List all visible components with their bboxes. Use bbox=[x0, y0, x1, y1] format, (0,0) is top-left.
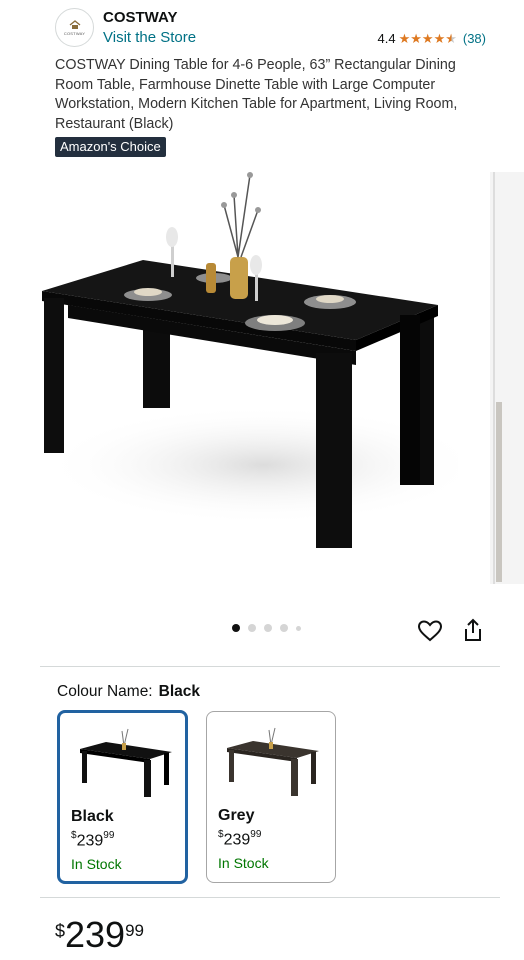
variant-option-grey[interactable]: Grey $23999 In Stock bbox=[206, 711, 336, 883]
half-star-icon: ★ bbox=[445, 31, 457, 46]
price-symbol: $ bbox=[55, 921, 66, 941]
star-icon: ★ bbox=[398, 31, 411, 46]
brand-name: COSTWAY bbox=[103, 9, 178, 26]
brand-logo[interactable]: COSTWAY bbox=[55, 8, 94, 47]
star-icon: ★ bbox=[433, 31, 446, 46]
image-carousel-dots bbox=[232, 624, 301, 632]
variant-label: Colour Name: bbox=[57, 683, 153, 700]
dining-table-image bbox=[42, 172, 483, 548]
variant-name: Grey bbox=[218, 807, 255, 824]
variant-name: Black bbox=[71, 808, 114, 825]
house-icon bbox=[69, 19, 80, 29]
price-fraction: 99 bbox=[125, 921, 145, 940]
share-icon[interactable] bbox=[461, 617, 485, 643]
black-table-thumbnail bbox=[80, 728, 172, 797]
variant-price: $23999 bbox=[218, 829, 262, 849]
variant-label-row: Colour Name: Black bbox=[57, 683, 200, 701]
variant-price-symbol: $ bbox=[218, 829, 224, 840]
variant-price-fraction: 99 bbox=[103, 830, 115, 841]
variant-price-whole: 239 bbox=[76, 832, 104, 850]
star-rating: ★ ★ ★ ★ ★ bbox=[399, 32, 457, 45]
product-price: $ 239 99 bbox=[55, 917, 144, 953]
heart-icon[interactable] bbox=[417, 619, 443, 643]
image-edge bbox=[493, 172, 495, 584]
section-divider bbox=[40, 666, 500, 667]
carousel-dot[interactable] bbox=[248, 624, 256, 632]
variant-price: $23999 bbox=[71, 830, 115, 850]
carousel-dot[interactable] bbox=[264, 624, 272, 632]
variant-price-fraction: 99 bbox=[250, 829, 262, 840]
rating-count[interactable]: (38) bbox=[463, 31, 486, 46]
variant-price-whole: 239 bbox=[223, 831, 251, 849]
grey-table-thumbnail bbox=[227, 727, 319, 796]
product-image-gallery[interactable] bbox=[38, 165, 483, 585]
rating-summary[interactable]: 4.4 ★ ★ ★ ★ ★ (38) bbox=[378, 31, 486, 46]
carousel-dot[interactable] bbox=[296, 625, 301, 631]
carousel-dot[interactable] bbox=[280, 624, 288, 632]
section-divider bbox=[40, 897, 500, 898]
store-header: COSTWAY COSTWAY Visit the Store 4.4 ★ ★ … bbox=[0, 0, 524, 55]
star-icon: ★ bbox=[410, 31, 422, 46]
visit-store-link[interactable]: Visit the Store bbox=[103, 29, 196, 46]
variant-selected-value: Black bbox=[158, 683, 200, 700]
price-whole: 239 bbox=[65, 914, 126, 955]
image-fragment bbox=[496, 402, 502, 582]
product-title: COSTWAY Dining Table for 4-6 People, 63”… bbox=[55, 57, 458, 132]
amazons-choice-badge: Amazon's Choice bbox=[55, 137, 166, 157]
variant-stock: In Stock bbox=[71, 856, 122, 872]
carousel-dot-active[interactable] bbox=[232, 624, 240, 632]
rating-value: 4.4 bbox=[377, 31, 396, 46]
star-icon: ★ bbox=[421, 31, 434, 46]
variant-stock: In Stock bbox=[218, 855, 269, 871]
next-image-peek[interactable] bbox=[490, 172, 524, 584]
variant-price-symbol: $ bbox=[71, 830, 77, 841]
logo-text: COSTWAY bbox=[63, 30, 86, 36]
variant-option-black[interactable]: Black $23999 In Stock bbox=[57, 710, 188, 884]
